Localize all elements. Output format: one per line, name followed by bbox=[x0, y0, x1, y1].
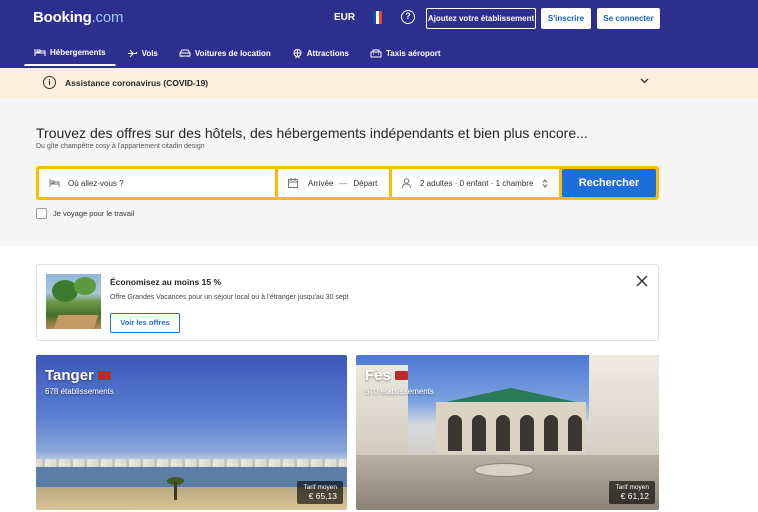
nav-label: Attractions bbox=[306, 48, 349, 58]
nav-label: Hébergements bbox=[50, 48, 106, 57]
price-value: € 65,13 bbox=[308, 491, 337, 501]
morocco-flag-icon bbox=[394, 371, 408, 380]
nav-item-car-rental[interactable]: Voitures de location bbox=[169, 40, 281, 66]
covid-banner[interactable]: i Assistance coronavirus (COVID-19) bbox=[0, 68, 758, 98]
work-travel-checkbox[interactable] bbox=[36, 208, 47, 219]
date-picker[interactable]: Arrivée — Départ bbox=[278, 169, 389, 197]
search-bar: Où allez-vous ? Arrivée — Départ 2 adult… bbox=[36, 166, 659, 200]
updown-chevron-icon bbox=[543, 178, 548, 188]
price-label: Tarif moyen bbox=[303, 484, 337, 491]
logo-suffix: .com bbox=[91, 9, 124, 26]
average-price-badge: Tarif moyen € 65,13 bbox=[297, 481, 343, 504]
price-value: € 61,12 bbox=[620, 491, 649, 501]
city-skyline bbox=[36, 459, 347, 467]
booking-logo[interactable]: Booking.com bbox=[33, 9, 124, 26]
hero-subtitle: Du gîte champêtre cosy à l'appartement c… bbox=[36, 143, 205, 150]
property-count: 570 établissements bbox=[365, 387, 434, 396]
see-offers-button[interactable]: Voir les offres bbox=[110, 313, 180, 333]
nav-item-flights[interactable]: Vols bbox=[117, 40, 168, 66]
promo-description: Offre Grandes Vacances pour un séjour lo… bbox=[110, 294, 349, 301]
city-card-tanger[interactable]: Tanger 678 établissements Tarif moyen € … bbox=[36, 355, 347, 510]
register-button[interactable]: S'inscrire bbox=[541, 8, 591, 29]
nav-label: Vols bbox=[141, 48, 158, 58]
checkin-date: Arrivée bbox=[308, 178, 334, 188]
hero-search-section: Trouvez des offres sur des hôtels, des h… bbox=[0, 98, 758, 246]
top-header: Booking.com EUR ? Ajoutez votre établiss… bbox=[0, 0, 758, 68]
bed-icon bbox=[49, 179, 60, 187]
list-property-button[interactable]: Ajoutez votre établissement bbox=[426, 8, 536, 29]
green-roof bbox=[446, 388, 576, 402]
chevron-down-icon[interactable] bbox=[640, 76, 649, 87]
info-icon: i bbox=[43, 76, 56, 89]
city-card-fes[interactable]: Fès 570 établissements Tarif moyen € 61,… bbox=[356, 355, 659, 510]
promo-image bbox=[46, 274, 101, 329]
logo-text: Booking bbox=[33, 9, 92, 26]
main-nav: Hébergements Vols Voitures de location A… bbox=[24, 40, 452, 68]
destination-placeholder: Où allez-vous ? bbox=[68, 178, 124, 188]
promo-title: Économisez au moins 15 % bbox=[110, 277, 222, 287]
checkout-date: Départ bbox=[353, 178, 378, 188]
property-count: 678 établissements bbox=[45, 387, 114, 396]
fountain bbox=[474, 463, 534, 477]
search-button[interactable]: Rechercher bbox=[562, 169, 656, 197]
date-separator: — bbox=[339, 178, 348, 188]
language-flag-icon[interactable] bbox=[373, 11, 382, 24]
nav-item-attractions[interactable]: Attractions bbox=[282, 40, 359, 66]
city-name: Tanger bbox=[45, 367, 111, 384]
taxi-icon bbox=[370, 49, 382, 57]
currency-selector[interactable]: EUR bbox=[334, 12, 355, 23]
calendar-icon bbox=[288, 178, 298, 188]
price-label: Tarif moyen bbox=[615, 484, 649, 491]
work-travel-label: Je voyage pour le travail bbox=[53, 209, 135, 218]
bed-icon bbox=[34, 49, 46, 56]
average-price-badge: Tarif moyen € 61,12 bbox=[609, 481, 655, 504]
city-name: Fès bbox=[365, 367, 408, 384]
covid-banner-text: Assistance coronavirus (COVID-19) bbox=[65, 78, 209, 88]
destination-input[interactable]: Où allez-vous ? bbox=[39, 169, 275, 197]
nav-item-accommodations[interactable]: Hébergements bbox=[24, 40, 116, 66]
person-icon bbox=[402, 178, 411, 188]
close-icon[interactable] bbox=[635, 274, 649, 288]
guests-summary: 2 adultes · 0 enfant · 1 chambre bbox=[420, 178, 534, 188]
attractions-icon bbox=[293, 48, 302, 58]
nav-label: Voitures de location bbox=[194, 48, 271, 58]
guests-selector[interactable]: 2 adultes · 0 enfant · 1 chambre bbox=[392, 169, 559, 197]
help-icon[interactable]: ? bbox=[401, 10, 415, 24]
nav-item-airport-taxis[interactable]: Taxis aéroport bbox=[360, 40, 451, 66]
promo-card: Économisez au moins 15 % Offre Grandes V… bbox=[36, 264, 659, 341]
hero-title: Trouvez des offres sur des hôtels, des h… bbox=[36, 125, 588, 141]
plane-icon bbox=[127, 49, 137, 57]
nav-label: Taxis aéroport bbox=[386, 48, 441, 58]
sign-in-button[interactable]: Se connecter bbox=[597, 8, 660, 29]
car-icon bbox=[179, 49, 191, 57]
morocco-flag-icon bbox=[97, 371, 111, 380]
work-travel-option[interactable]: Je voyage pour le travail bbox=[36, 208, 134, 219]
